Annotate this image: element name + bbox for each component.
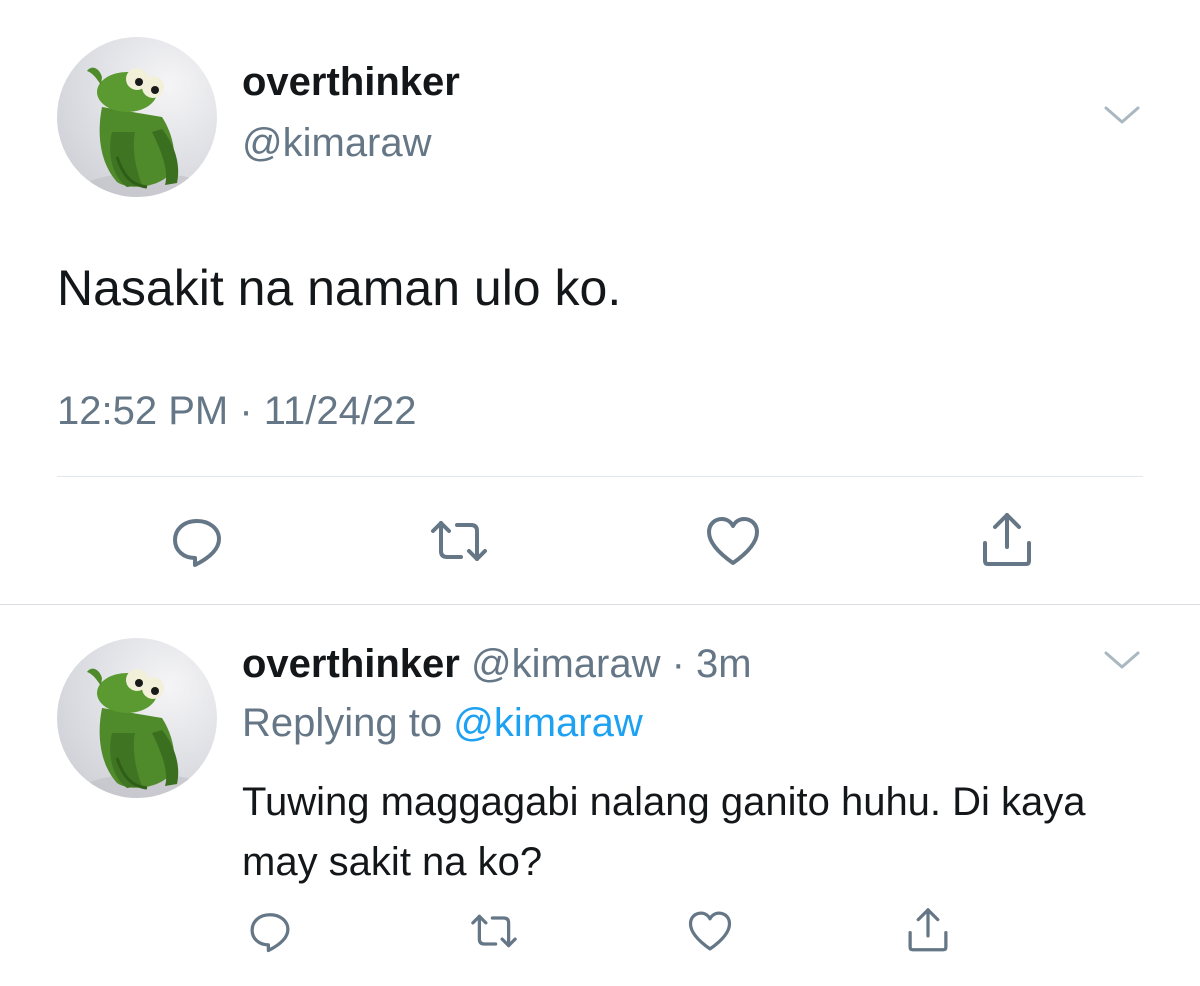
divider [0,604,1200,605]
user-handle[interactable]: @kimaraw [471,642,661,686]
divider [57,476,1143,477]
display-name[interactable]: overthinker [242,62,460,102]
avatar[interactable] [57,638,217,798]
user-handle[interactable]: @kimaraw [242,123,432,163]
tweet-timestamp[interactable]: 12:52 PM · 11/24/22 [57,391,417,431]
kermit-avatar-icon [85,668,205,798]
replying-to: Replying to @kimaraw [242,699,643,747]
reply-icon[interactable] [244,905,296,957]
kermit-avatar-icon [85,67,205,197]
reply-header: overthinker @kimaraw · 3m [242,640,752,688]
separator: · [660,642,697,686]
tweet-text: Tuwing maggagabi nalang ganito huhu. Di … [242,780,1086,884]
retweet-icon[interactable] [468,905,520,957]
replying-prefix: Replying to [242,701,454,745]
like-icon[interactable] [684,905,736,957]
avatar[interactable] [57,37,217,197]
chevron-down-icon[interactable] [1100,100,1144,130]
like-icon[interactable] [701,509,765,573]
tweet-text: Nasakit na naman ulo ko. [57,260,622,316]
retweet-icon[interactable] [427,509,491,573]
display-name[interactable]: overthinker [242,642,460,686]
share-icon[interactable] [975,509,1039,573]
reply-icon[interactable] [165,509,229,573]
replying-to-link[interactable]: @kimaraw [453,701,643,745]
share-icon[interactable] [902,905,954,957]
chevron-down-icon[interactable] [1100,645,1144,675]
tweet-age[interactable]: 3m [696,642,752,686]
